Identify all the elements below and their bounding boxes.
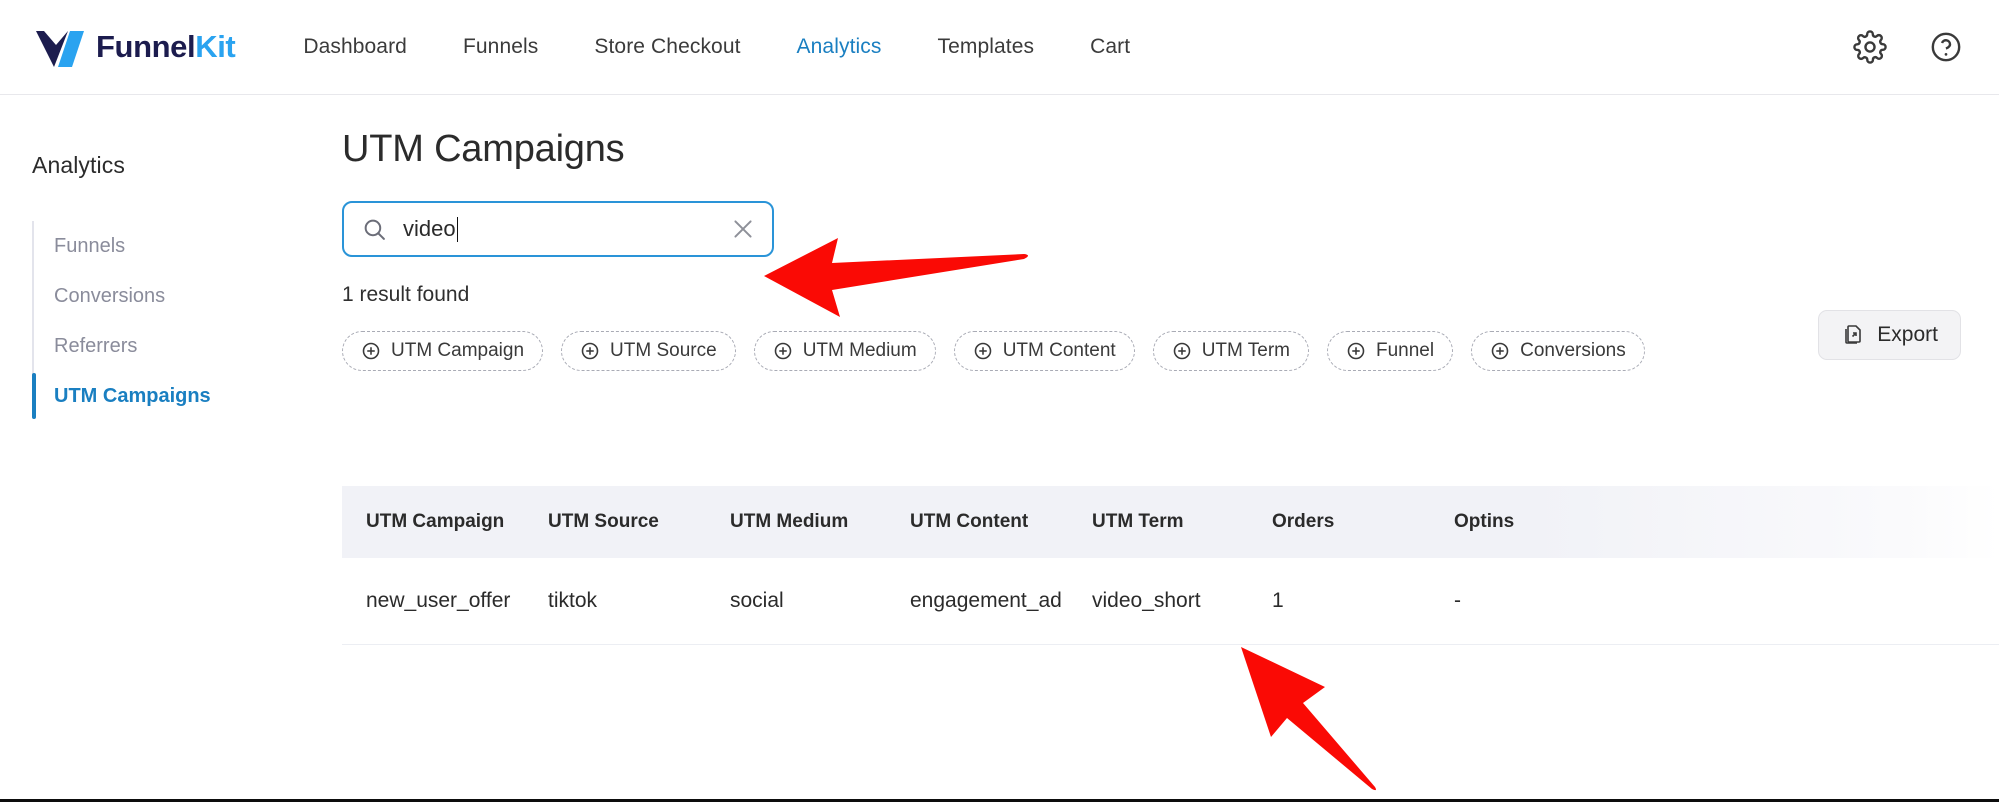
- export-button[interactable]: Export: [1818, 310, 1961, 360]
- filter-chip-label: UTM Source: [610, 340, 717, 361]
- filter-chip-label: UTM Campaign: [391, 340, 525, 361]
- filter-chip-label: UTM Term: [1201, 340, 1290, 361]
- filter-chip-utm-source[interactable]: UTM Source: [561, 331, 736, 371]
- app-window: FunnelKit Dashboard Funnels Store Checko…: [0, 0, 1999, 802]
- search-icon: [364, 219, 385, 240]
- column-header-utm-term: UTM Term: [1092, 511, 1184, 532]
- utm-campaigns-table: UTM Campaign UTM Source UTM Medium UTM C…: [342, 486, 1999, 645]
- sidebar-item-referrers[interactable]: Referrers: [32, 321, 300, 371]
- result-count: 1 result found: [342, 283, 470, 306]
- filter-chip-label: Conversions: [1520, 340, 1626, 361]
- filter-chip-utm-medium[interactable]: UTM Medium: [753, 331, 936, 371]
- column-header-utm-medium: UTM Medium: [730, 511, 849, 532]
- table-row-separator: [342, 644, 1999, 645]
- plus-circle-icon: [1173, 342, 1190, 360]
- brand-name-accent: Kit: [195, 29, 236, 64]
- brand-name: FunnelKit: [96, 29, 236, 65]
- plus-circle-icon: [362, 342, 380, 360]
- gear-icon[interactable]: [1853, 30, 1887, 64]
- plus-circle-icon: [581, 342, 599, 360]
- plus-circle-icon: [774, 342, 791, 360]
- column-header-optins: Optins: [1454, 511, 1515, 532]
- sidebar-item-funnels[interactable]: Funnels: [32, 221, 300, 271]
- plus-circle-icon: [1491, 342, 1509, 360]
- nav-item-templates[interactable]: Templates: [937, 35, 1034, 59]
- nav-item-analytics[interactable]: Analytics: [797, 35, 882, 59]
- cell-orders[interactable]: 1: [1272, 589, 1454, 613]
- main-content: UTM Campaigns video 1 result found UTM C…: [300, 96, 1999, 802]
- close-x-icon[interactable]: [730, 216, 756, 242]
- cell-utm-term: video_short: [1092, 589, 1201, 612]
- sidebar-title: Analytics: [32, 152, 125, 178]
- cell-utm-content: engagement_ad: [910, 589, 1062, 612]
- cell-utm-campaign: new_user_offer: [366, 589, 511, 612]
- cell-utm-source: tiktok: [548, 589, 598, 612]
- sidebar-list: Funnels Conversions Referrers UTM Campai…: [0, 221, 300, 421]
- nav-item-cart[interactable]: Cart: [1090, 35, 1130, 59]
- sidebar-item-utm-campaigns[interactable]: UTM Campaigns: [32, 371, 300, 421]
- search-input[interactable]: video: [342, 201, 774, 257]
- top-navigation-bar: FunnelKit Dashboard Funnels Store Checko…: [0, 0, 1999, 95]
- search-input-value: video: [403, 216, 456, 241]
- sidebar-item-conversions[interactable]: Conversions: [32, 271, 300, 321]
- export-document-icon: [1845, 325, 1862, 344]
- cell-utm-medium: social: [730, 589, 784, 612]
- filter-chip-row: UTM Campaign UTM Source UTM Medium UTM C…: [342, 331, 1999, 371]
- text-caret: [456, 216, 459, 242]
- filter-chip-utm-term[interactable]: UTM Term: [1152, 331, 1309, 371]
- search-input-value-wrap: video: [403, 216, 730, 242]
- funnelkit-logo-icon: [36, 31, 84, 67]
- top-bar-icons: [1853, 30, 1963, 64]
- brand-name-dark: Funnel: [96, 29, 196, 64]
- column-header-utm-campaign: UTM Campaign: [366, 511, 505, 532]
- cell-optins: -: [1454, 589, 1461, 612]
- brand-logo[interactable]: FunnelKit: [34, 27, 236, 67]
- filter-chip-label: UTM Content: [1002, 340, 1116, 361]
- plus-circle-icon: [974, 342, 991, 360]
- filter-chip-label: UTM Medium: [802, 340, 917, 361]
- column-header-utm-content: UTM Content: [910, 511, 1029, 532]
- help-circle-icon[interactable]: [1929, 30, 1963, 64]
- main-nav: Dashboard Funnels Store Checkout Analyti…: [303, 35, 1186, 59]
- nav-item-funnels[interactable]: Funnels: [463, 35, 538, 59]
- nav-item-dashboard[interactable]: Dashboard: [303, 35, 407, 59]
- export-button-label: Export: [1877, 323, 1938, 346]
- filter-chip-utm-content[interactable]: UTM Content: [953, 331, 1135, 371]
- table-row[interactable]: new_user_offer tiktok social engagement_…: [342, 558, 1999, 644]
- table-header-row: UTM Campaign UTM Source UTM Medium UTM C…: [342, 486, 1999, 558]
- page-title: UTM Campaigns: [342, 128, 625, 170]
- filter-chip-utm-campaign[interactable]: UTM Campaign: [342, 331, 544, 371]
- sidebar: Analytics Funnels Conversions Referrers …: [0, 96, 300, 802]
- filter-chip-label: Funnel: [1376, 340, 1435, 361]
- column-header-orders: Orders: [1272, 511, 1335, 532]
- search-row: video: [342, 201, 1999, 257]
- filter-chip-funnel[interactable]: Funnel: [1327, 331, 1454, 371]
- column-header-utm-source: UTM Source: [548, 511, 659, 532]
- filter-chip-conversions[interactable]: Conversions: [1471, 331, 1645, 371]
- plus-circle-icon: [1347, 342, 1365, 360]
- nav-item-store-checkout[interactable]: Store Checkout: [594, 35, 740, 59]
